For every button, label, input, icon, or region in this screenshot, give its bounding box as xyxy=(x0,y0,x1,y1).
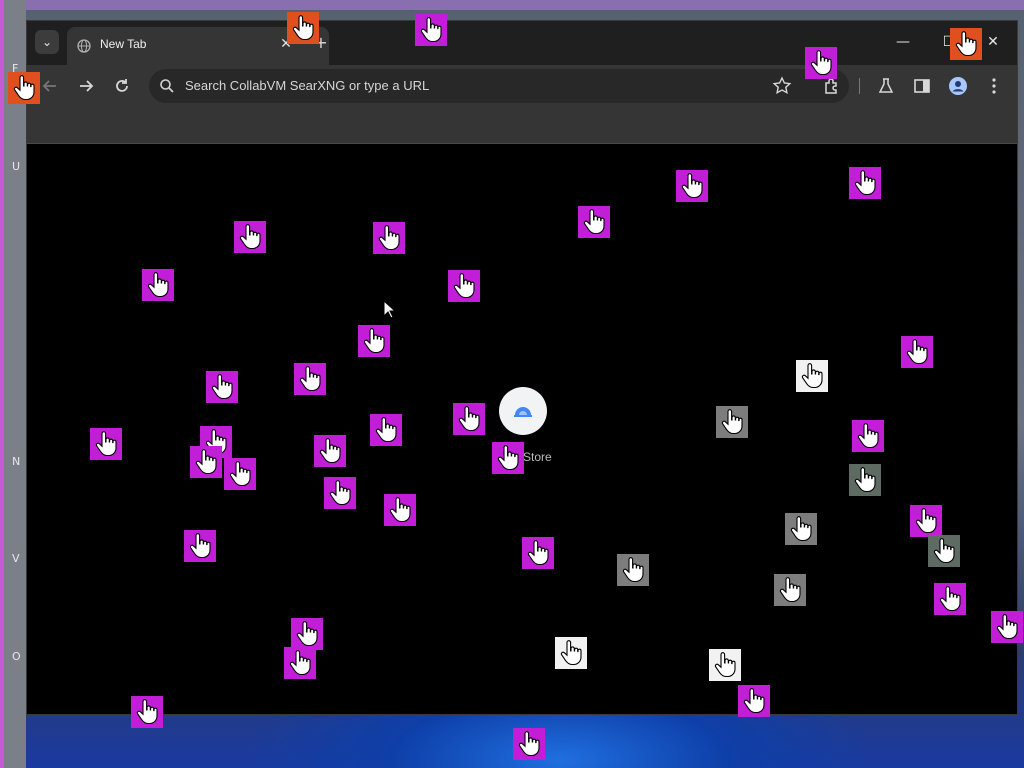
hand-pointer-icon xyxy=(287,12,319,44)
hand-pointer-icon xyxy=(774,574,806,606)
browser-toolbar: Search CollabVM SearXNG or type a URL xyxy=(27,65,1017,107)
store-icon xyxy=(514,407,532,417)
desktop-letter: U xyxy=(12,160,21,173)
hand-pointer-icon xyxy=(934,583,966,615)
hand-pointer-icon xyxy=(384,494,416,526)
hand-pointer-icon xyxy=(415,14,447,46)
hand-pointer-icon xyxy=(184,530,216,562)
hand-pointer-icon xyxy=(785,513,817,545)
hand-pointer-icon xyxy=(805,47,837,79)
side-panel-icon xyxy=(914,79,930,93)
flask-icon xyxy=(878,78,894,93)
hand-pointer-icon xyxy=(676,170,708,202)
hand-pointer-icon xyxy=(448,270,480,302)
tab-title: New Tab xyxy=(100,37,147,51)
hand-pointer-icon xyxy=(324,477,356,509)
desktop-letter: V xyxy=(12,552,20,565)
hand-pointer-icon xyxy=(131,696,163,728)
omnibox-placeholder: Search CollabVM SearXNG or type a URL xyxy=(185,78,430,93)
hand-pointer-icon xyxy=(950,28,982,60)
forward-button[interactable] xyxy=(75,75,97,97)
hand-pointer-icon xyxy=(291,618,323,650)
hand-pointer-icon xyxy=(709,649,741,681)
desktop-top-strip xyxy=(0,0,1024,10)
hand-pointer-icon xyxy=(796,360,828,392)
reload-button[interactable] xyxy=(111,75,133,97)
hand-pointer-icon xyxy=(294,363,326,395)
browser-window: ⌄ New Tab ✕ + — ☐ ✕ Search CollabVM Sear… xyxy=(26,20,1018,715)
hand-pointer-icon xyxy=(910,505,942,537)
hand-pointer-icon xyxy=(555,637,587,669)
arrow-right-icon xyxy=(80,80,94,92)
mouse-pointer-icon xyxy=(383,300,397,319)
hand-pointer-icon xyxy=(8,72,40,104)
hand-pointer-icon xyxy=(234,221,266,253)
bookmark-star-button[interactable] xyxy=(771,75,793,97)
hand-pointer-icon xyxy=(849,167,881,199)
hand-pointer-icon xyxy=(901,336,933,368)
hand-pointer-icon xyxy=(991,611,1023,643)
hand-pointer-icon xyxy=(206,371,238,403)
toolbar-divider xyxy=(859,78,860,94)
labs-button[interactable] xyxy=(875,75,897,97)
hand-pointer-icon xyxy=(284,647,316,679)
hand-pointer-icon xyxy=(578,206,610,238)
bookmarks-bar xyxy=(27,107,1017,144)
close-window-button[interactable]: ✕ xyxy=(979,31,1007,53)
desktop-left-strip: F U N V O xyxy=(0,0,26,768)
minimize-button[interactable]: — xyxy=(889,31,917,53)
hand-pointer-icon xyxy=(716,406,748,438)
menu-button[interactable] xyxy=(983,75,1005,97)
back-button[interactable] xyxy=(39,75,61,97)
hand-pointer-icon xyxy=(142,269,174,301)
omnibox[interactable]: Search CollabVM SearXNG or type a URL xyxy=(149,69,849,103)
profile-icon xyxy=(949,77,967,95)
desktop-letter: N xyxy=(12,455,21,468)
star-icon xyxy=(772,76,792,95)
hand-pointer-icon xyxy=(928,535,960,567)
profile-button[interactable] xyxy=(947,75,969,97)
hand-pointer-icon xyxy=(453,403,485,435)
desktop-letter: O xyxy=(12,650,21,663)
hand-pointer-icon xyxy=(617,554,649,586)
hand-pointer-icon xyxy=(358,325,390,357)
hand-pointer-icon xyxy=(738,685,770,717)
hand-pointer-icon xyxy=(373,222,405,254)
hand-pointer-icon xyxy=(90,428,122,460)
hand-pointer-icon xyxy=(852,420,884,452)
tab-strip: ⌄ New Tab ✕ + — ☐ ✕ xyxy=(27,21,1017,65)
hand-pointer-icon xyxy=(314,435,346,467)
hand-pointer-icon xyxy=(492,442,524,474)
hand-pointer-icon xyxy=(190,446,222,478)
arrow-left-icon xyxy=(42,80,56,92)
globe-icon xyxy=(77,39,91,53)
kebab-menu-icon xyxy=(992,78,996,94)
tab-search-button[interactable]: ⌄ xyxy=(35,30,59,54)
hand-pointer-icon xyxy=(513,728,545,760)
side-panel-button[interactable] xyxy=(911,75,933,97)
search-icon xyxy=(160,79,174,93)
hand-pointer-icon xyxy=(370,414,402,446)
strip-accent xyxy=(0,0,4,768)
shortcut-store[interactable] xyxy=(499,387,547,435)
shortcut-label: Store xyxy=(523,450,552,464)
hand-pointer-icon xyxy=(522,537,554,569)
hand-pointer-icon xyxy=(224,458,256,490)
hand-pointer-icon xyxy=(849,464,881,496)
reload-icon xyxy=(116,79,128,92)
